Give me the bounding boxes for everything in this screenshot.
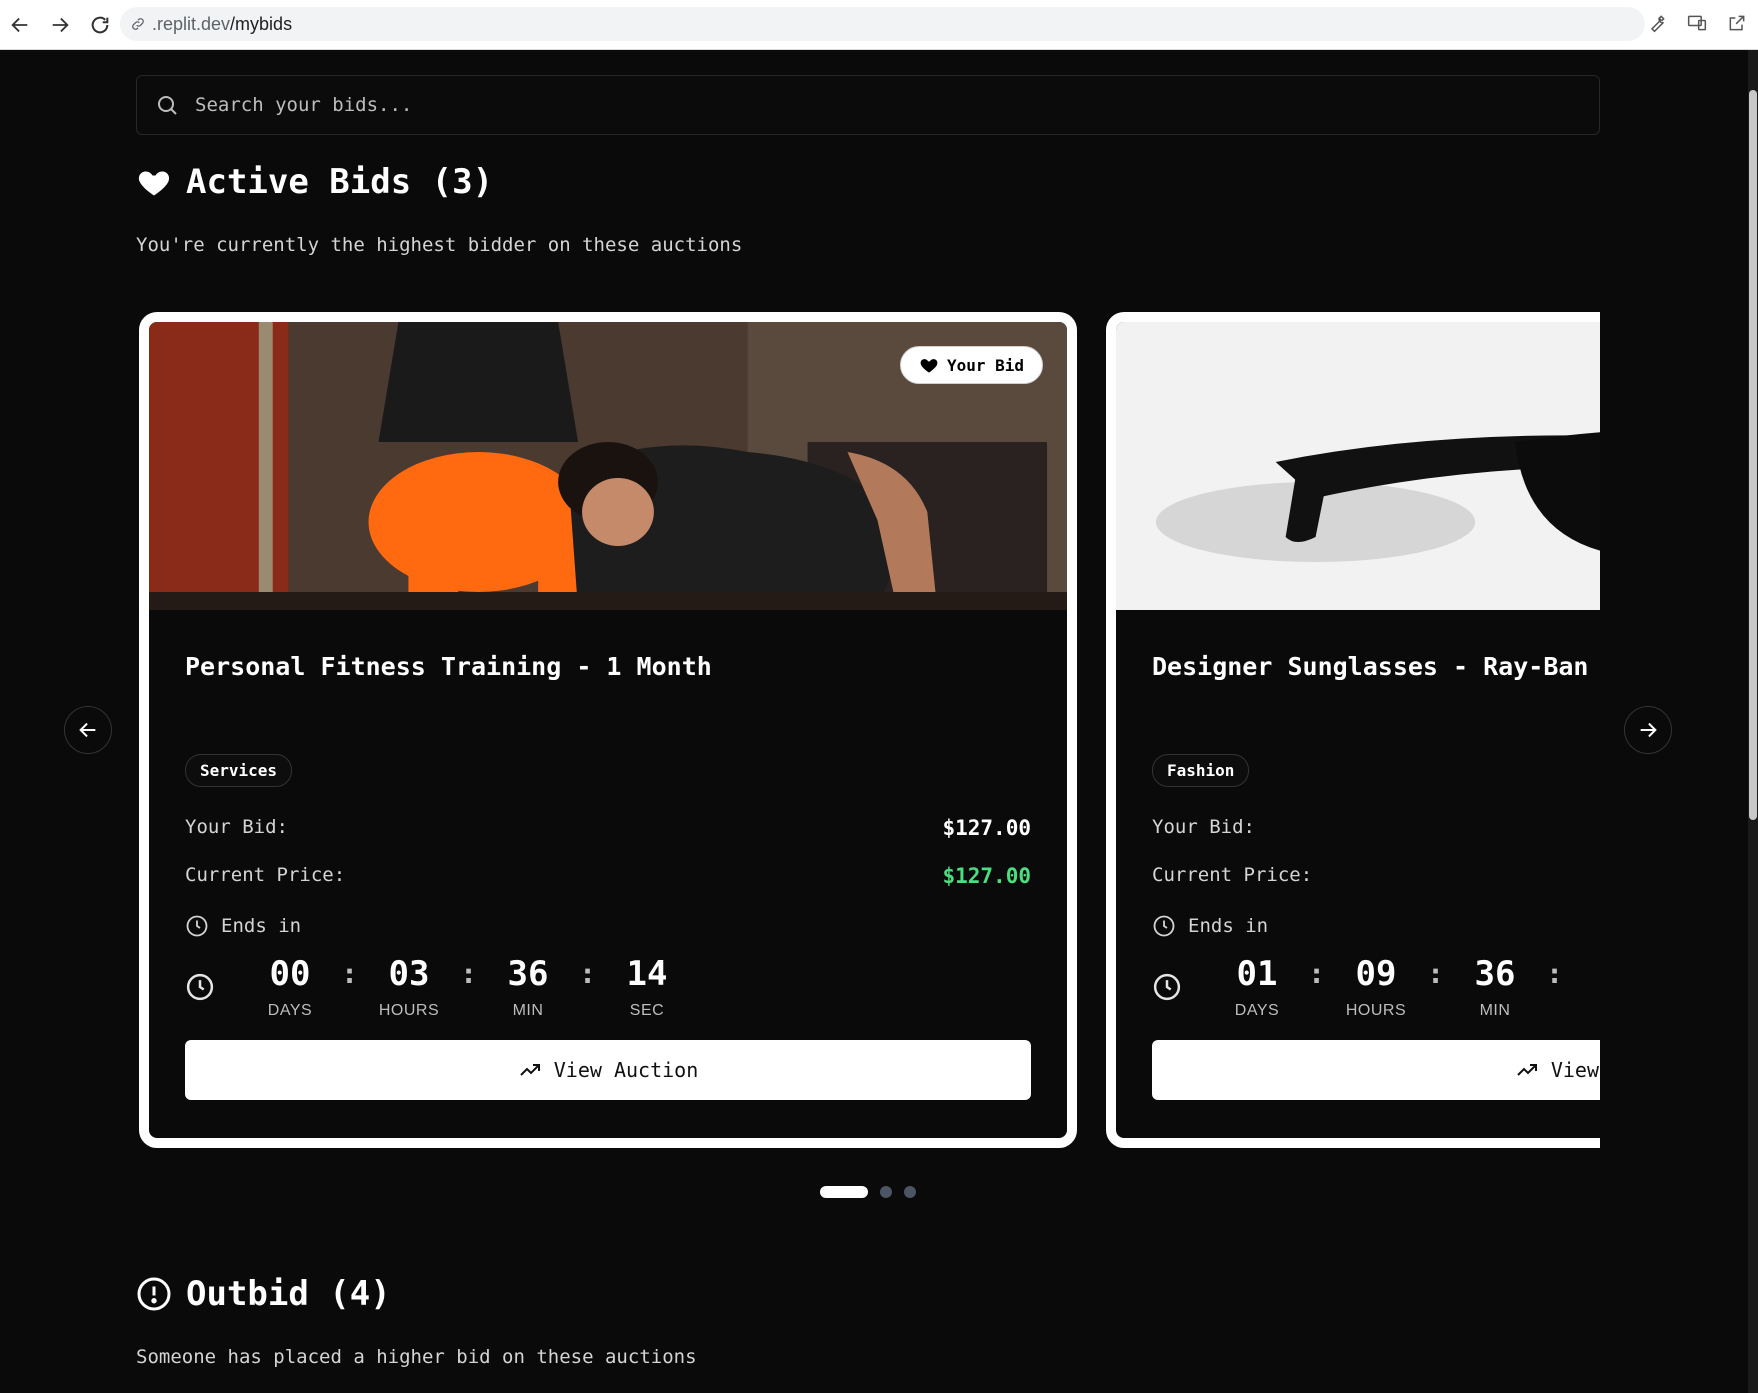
countdown-sec: 1SE <box>1569 952 1600 1020</box>
arrow-left-icon <box>79 722 96 738</box>
active-bids-heading: Active Bids (3) <box>136 162 493 202</box>
your-bid-row: Your Bid: <box>1152 816 1600 838</box>
active-bids-carousel: Your Bid Personal Fitness Training - 1 M… <box>136 310 1600 1150</box>
your-bid-badge-label: Your Bid <box>946 355 1024 375</box>
clock-icon <box>1153 915 1175 937</box>
auction-title: Personal Fitness Training - 1 Month <box>185 652 712 681</box>
arrow-right-icon <box>1640 722 1657 738</box>
link-icon <box>132 18 144 30</box>
current-price-label: Current Price: <box>1152 864 1313 886</box>
ends-in: Ends in <box>1152 914 1268 938</box>
outbid-subtitle: Someone has placed a higher bid on these… <box>136 1346 697 1368</box>
external-link-icon[interactable] <box>1724 10 1750 36</box>
countdown-hours: 09 HOURS <box>1345 954 1407 1019</box>
clock-icon <box>186 915 208 937</box>
heart-icon <box>920 359 938 373</box>
wrench-icon[interactable] <box>1644 10 1670 36</box>
outbid-title: Outbid (4) <box>186 1274 391 1314</box>
view-auction-label: View Au <box>1550 1058 1600 1082</box>
page-scrollbar-thumb[interactable] <box>1749 90 1757 820</box>
countdown-min: 36 MIN <box>1474 954 1516 1019</box>
auction-image-sunglasses <box>1116 322 1600 610</box>
carousel-next-button[interactable] <box>1624 706 1672 754</box>
browser-toolbar: .replit.dev/mybids <box>0 0 1758 50</box>
alert-circle-icon <box>137 1277 171 1311</box>
your-bid-value: $127.00 <box>942 816 1031 840</box>
auction-card: Designer Sunglasses - Ray-Ban / Fashion … <box>1106 312 1600 1148</box>
auction-image-fitness: Your Bid <box>149 322 1067 610</box>
clock-icon <box>1153 973 1181 1001</box>
address-bar[interactable]: .replit.dev/mybids <box>120 7 1645 41</box>
countdown-min: 36 MIN <box>507 954 549 1019</box>
active-bids-subtitle: You're currently the highest bidder on t… <box>136 234 743 256</box>
trending-up-icon <box>1517 1064 1537 1076</box>
heart-icon <box>138 171 170 196</box>
carousel-dot-3[interactable] <box>904 1186 916 1198</box>
countdown-timer: 01DAYS : 09HOURS : 36MIN : 1SE <box>1152 952 1600 1020</box>
carousel-pagination <box>820 1186 916 1198</box>
back-icon[interactable] <box>0 5 40 45</box>
search-box[interactable] <box>136 75 1600 135</box>
your-bid-label: Your Bid: <box>185 816 288 838</box>
carousel-dot-1[interactable] <box>820 1186 868 1198</box>
ends-in-label: Ends in <box>1188 915 1269 937</box>
category-tag: Services <box>185 754 293 787</box>
url-path: /mybids <box>230 13 293 34</box>
your-bid-row: Your Bid: $127.00 <box>185 816 1031 840</box>
your-bid-badge: Your Bid <box>899 346 1043 384</box>
countdown-timer: 00 DAYS : 03 HOURS : 36 MIN : 14 SEC <box>185 952 692 1020</box>
countdown-days: 01 DAYS <box>1234 954 1280 1019</box>
countdown-days: 00 DAYS <box>267 954 313 1019</box>
view-auction-button[interactable]: View Auction <box>185 1040 1031 1100</box>
your-bid-label: Your Bid: <box>1152 816 1255 838</box>
category-tag: Fashion <box>1152 754 1250 787</box>
current-price-row: Current Price: <box>1152 864 1600 886</box>
url-host: .replit.dev <box>152 13 231 34</box>
forward-icon[interactable] <box>40 5 80 45</box>
carousel-dot-2[interactable] <box>880 1186 892 1198</box>
outbid-heading: Outbid (4) <box>136 1274 391 1314</box>
ends-in: Ends in <box>185 914 301 938</box>
clock-icon <box>186 973 214 1001</box>
view-auction-button[interactable]: View Au <box>1152 1040 1600 1100</box>
countdown-hours: 03 HOURS <box>378 954 440 1019</box>
current-price-row: Current Price: $127.00 <box>185 864 1031 888</box>
countdown-sec: 14 SEC <box>626 954 668 1019</box>
active-bids-title: Active Bids (3) <box>186 162 494 202</box>
current-price-value: $127.00 <box>942 864 1031 888</box>
auction-card: Your Bid Personal Fitness Training - 1 M… <box>139 312 1077 1148</box>
search-icon <box>158 96 177 115</box>
auction-title: Designer Sunglasses - Ray-Ban / <box>1152 652 1600 681</box>
carousel-prev-button[interactable] <box>64 706 112 754</box>
current-price-label: Current Price: <box>185 864 346 886</box>
trending-up-icon <box>520 1064 540 1076</box>
reload-icon[interactable] <box>80 5 120 45</box>
devices-icon[interactable] <box>1684 10 1710 36</box>
search-input[interactable] <box>195 94 1495 116</box>
view-auction-label: View Auction <box>553 1058 699 1082</box>
ends-in-label: Ends in <box>221 915 302 937</box>
